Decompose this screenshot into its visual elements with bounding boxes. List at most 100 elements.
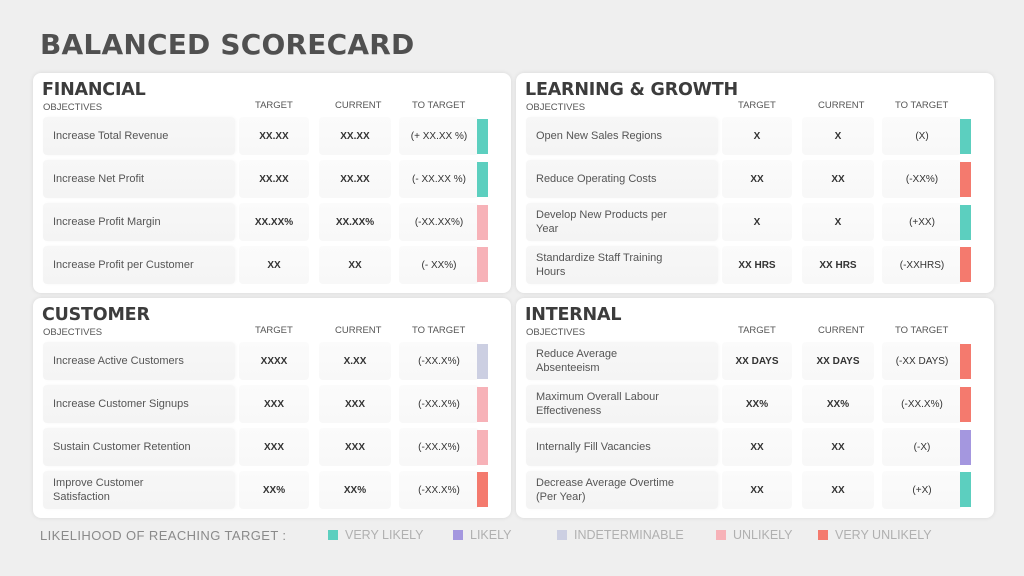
table-row: Open New Sales Regions X X (X) (526, 117, 976, 155)
section-title: FINANCIAL (42, 80, 146, 100)
table-row: Increase Customer Signups XXX XXX (-XX.X… (43, 385, 493, 423)
target-cell: X (722, 203, 792, 241)
section-internal: INTERNAL OBJECTIVES TARGET CURRENT TO TA… (516, 298, 994, 518)
current-cell: XX.XX (319, 117, 391, 155)
likelihood-indicator (477, 430, 488, 465)
current-cell: XXX (319, 385, 391, 423)
table-row: Reduce Average Absenteeism XX DAYS XX DA… (526, 342, 976, 380)
table-row: Increase Total Revenue XX.XX XX.XX (+ XX… (43, 117, 493, 155)
objective-cell: Increase Total Revenue (43, 117, 235, 155)
target-cell: XX (239, 246, 309, 284)
to-target-cell: (+XX) (882, 203, 962, 241)
column-header-current: CURRENT (818, 325, 865, 336)
column-header-current: CURRENT (818, 100, 865, 111)
column-header-current: CURRENT (335, 325, 382, 336)
target-cell: XXX (239, 428, 309, 466)
likelihood-indicator (960, 344, 971, 379)
to-target-cell: (-XX.X%) (399, 471, 479, 509)
current-cell: XX% (319, 471, 391, 509)
column-header-objectives: OBJECTIVES (526, 102, 586, 113)
target-cell: XX.XX (239, 117, 309, 155)
likelihood-indicator (960, 387, 971, 422)
current-cell: XX (802, 471, 874, 509)
likelihood-indicator (477, 344, 488, 379)
column-header-objectives: OBJECTIVES (526, 327, 586, 338)
current-cell: XX.XX (319, 160, 391, 198)
section-learning-growth: LEARNING & GROWTH OBJECTIVES TARGET CURR… (516, 73, 994, 293)
likelihood-indicator (477, 387, 488, 422)
legend-item-unlikely: UNLIKELY (716, 528, 793, 542)
target-cell: XXXX (239, 342, 309, 380)
target-cell: XX.XX% (239, 203, 309, 241)
column-header-target: TARGET (255, 325, 293, 336)
to-target-cell: (-X) (882, 428, 962, 466)
legend-label: LIKELIHOOD OF REACHING TARGET : (40, 528, 287, 543)
legend-item-label: LIKELY (470, 528, 512, 542)
target-cell: XX.XX (239, 160, 309, 198)
objective-cell: Increase Active Customers (43, 342, 235, 380)
current-cell: X (802, 117, 874, 155)
current-cell: XX (802, 160, 874, 198)
column-header-target: TARGET (255, 100, 293, 111)
objective-cell: Increase Profit Margin (43, 203, 235, 241)
likelihood-indicator (960, 205, 971, 240)
objective-cell: Increase Customer Signups (43, 385, 235, 423)
current-cell: XX (319, 246, 391, 284)
to-target-cell: (- XX.XX %) (399, 160, 479, 198)
column-header-objectives: OBJECTIVES (43, 102, 103, 113)
legend-item-very-unlikely: VERY UNLIKELY (818, 528, 932, 542)
table-row: Increase Net Profit XX.XX XX.XX (- XX.XX… (43, 160, 493, 198)
legend-item-label: UNLIKELY (733, 528, 793, 542)
column-header-target: TARGET (738, 325, 776, 336)
section-title: CUSTOMER (42, 305, 150, 325)
objective-cell: Increase Profit per Customer (43, 246, 235, 284)
likelihood-indicator (960, 247, 971, 282)
to-target-cell: (-XX.X%) (882, 385, 962, 423)
page-title: BALANCED SCORECARD (40, 28, 415, 61)
to-target-cell: (-XX%) (882, 160, 962, 198)
objective-cell: Standardize Staff Training Hours (526, 246, 718, 284)
to-target-cell: (-XX.X%) (399, 385, 479, 423)
legend-item-label: VERY UNLIKELY (835, 528, 932, 542)
current-cell: XXX (319, 428, 391, 466)
table-row: Increase Profit Margin XX.XX% XX.XX% (-X… (43, 203, 493, 241)
to-target-cell: (- XX%) (399, 246, 479, 284)
column-header-objectives: OBJECTIVES (43, 327, 103, 338)
objective-cell: Develop New Products per Year (526, 203, 718, 241)
target-cell: XXX (239, 385, 309, 423)
table-row: Internally Fill Vacancies XX XX (-X) (526, 428, 976, 466)
to-target-cell: (X) (882, 117, 962, 155)
to-target-cell: (+ XX.XX %) (399, 117, 479, 155)
current-cell: X.XX (319, 342, 391, 380)
objective-cell: Open New Sales Regions (526, 117, 718, 155)
legend-item-likely: LIKELY (453, 528, 511, 542)
likelihood-indicator (960, 119, 971, 154)
column-header-to-target: TO TARGET (895, 100, 949, 111)
table-row: Standardize Staff Training Hours XX HRS … (526, 246, 976, 284)
legend-item-very-likely: VERY LIKELY (328, 528, 424, 542)
legend-item-indeterminable: INDETERMINABLE (557, 528, 684, 542)
column-header-to-target: TO TARGET (412, 100, 466, 111)
current-cell: XX (802, 428, 874, 466)
to-target-cell: (-XX.XX%) (399, 203, 479, 241)
likelihood-indicator (477, 119, 488, 154)
objective-cell: Reduce Operating Costs (526, 160, 718, 198)
likelihood-indicator (477, 205, 488, 240)
objective-cell: Reduce Average Absenteeism (526, 342, 718, 380)
current-cell: X (802, 203, 874, 241)
legend-swatch (453, 530, 463, 540)
likelihood-indicator (960, 162, 971, 197)
target-cell: XX (722, 428, 792, 466)
objective-cell: Maximum Overall Labour Effectiveness (526, 385, 718, 423)
table-row: Sustain Customer Retention XXX XXX (-XX.… (43, 428, 493, 466)
target-cell: XX (722, 160, 792, 198)
target-cell: XX% (239, 471, 309, 509)
legend-swatch (716, 530, 726, 540)
to-target-cell: (-XX.X%) (399, 342, 479, 380)
legend-item-label: VERY LIKELY (345, 528, 424, 542)
current-cell: XX HRS (802, 246, 874, 284)
likelihood-indicator (477, 162, 488, 197)
legend-swatch (328, 530, 338, 540)
objective-cell: Sustain Customer Retention (43, 428, 235, 466)
likelihood-indicator (477, 472, 488, 507)
